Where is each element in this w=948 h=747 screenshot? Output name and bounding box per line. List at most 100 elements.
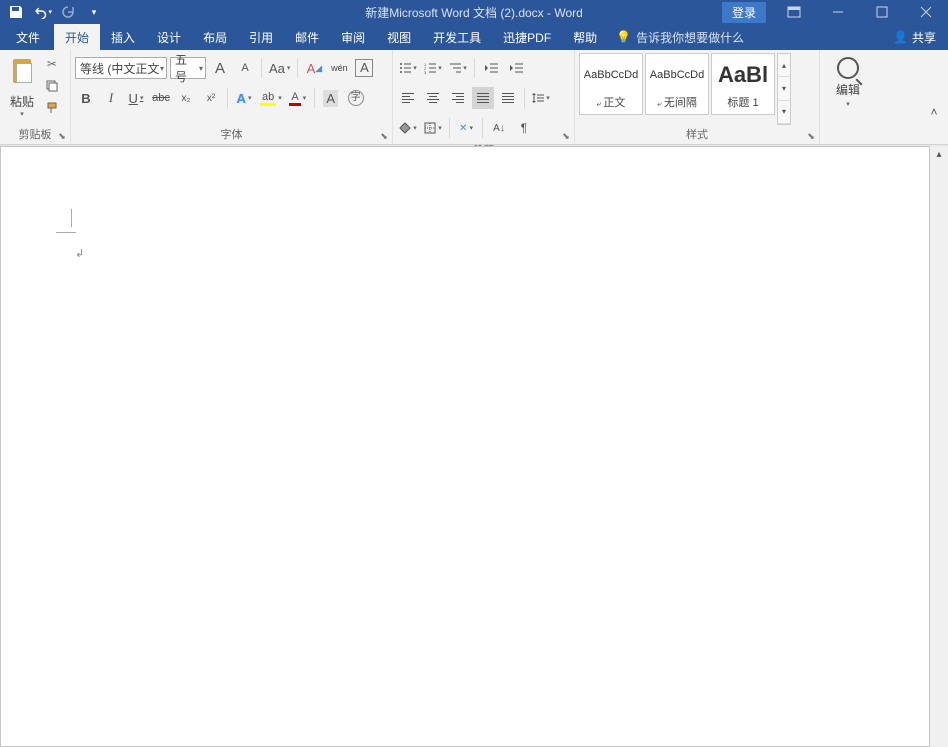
gallery-down-icon[interactable]: ▾ — [778, 77, 790, 100]
ribbon-options-icon[interactable] — [772, 0, 816, 24]
collapse-ribbon-icon[interactable]: ˄ — [924, 103, 944, 121]
document-page[interactable]: ↲ — [0, 146, 930, 747]
paragraph-launcher-icon[interactable]: ⬊ — [560, 130, 572, 142]
clipboard-launcher-icon[interactable]: ⬊ — [56, 130, 68, 142]
tab-layout[interactable]: 布局 — [192, 24, 238, 50]
login-button[interactable]: 登录 — [722, 2, 766, 23]
sort-icon[interactable]: A↓ — [488, 117, 510, 139]
align-right-icon[interactable] — [447, 87, 469, 109]
minimize-icon[interactable] — [816, 0, 860, 24]
change-case-button[interactable]: Aa — [267, 57, 292, 79]
gallery-up-icon[interactable]: ▴ — [778, 54, 790, 77]
tell-me-label: 告诉我你想要做什么 — [636, 29, 744, 46]
scroll-up-icon[interactable]: ▴ — [930, 146, 948, 164]
vertical-scrollbar[interactable]: ▴ — [930, 146, 948, 747]
style-heading1[interactable]: AaBl 标题 1 — [711, 53, 775, 115]
gallery-scroll: ▴ ▾ ▾ — [777, 53, 791, 125]
group-styles: AaBbCcDd ⤶ 正文 AaBbCcDd ⤶ 无间隔 AaBl 标题 1 ▴… — [575, 50, 820, 144]
title-right: 登录 — [722, 0, 948, 24]
char-shading-icon[interactable]: A — [320, 87, 342, 109]
title-bar: ▾ ▾ 新建Microsoft Word 文档 (2).docx - Word … — [0, 0, 948, 24]
strikethrough-button[interactable]: abc — [150, 87, 172, 109]
asian-layout-button[interactable]: ✕ — [455, 117, 477, 139]
increase-font-icon[interactable]: A — [209, 57, 231, 79]
font-size-combo[interactable]: 五号▾ — [170, 57, 206, 79]
show-marks-icon[interactable]: ¶ — [513, 117, 535, 139]
edit-label: 编辑 — [836, 81, 860, 98]
tab-review[interactable]: 审阅 — [330, 24, 376, 50]
font-color-button[interactable]: A — [287, 87, 309, 109]
find-button[interactable]: 编辑 ▾ — [826, 53, 870, 144]
tab-mailings[interactable]: 邮件 — [284, 24, 330, 50]
char-border-icon[interactable]: A — [353, 57, 375, 79]
align-center-icon[interactable] — [422, 87, 444, 109]
tell-me-search[interactable]: 💡 告诉我你想要做什么 — [616, 29, 744, 46]
undo-icon[interactable]: ▾ — [32, 2, 52, 22]
qat-customize-icon[interactable]: ▾ — [84, 2, 104, 22]
multilevel-button[interactable] — [447, 57, 469, 79]
underline-button[interactable]: U — [125, 87, 147, 109]
quick-access-toolbar: ▾ ▾ — [0, 2, 110, 22]
paste-button[interactable]: 粘贴 ▾ — [4, 53, 40, 125]
redo-icon[interactable] — [58, 2, 78, 22]
align-left-icon[interactable] — [397, 87, 419, 109]
highlight-button[interactable]: ab — [258, 87, 284, 109]
phonetic-guide-icon[interactable]: wén — [328, 57, 350, 79]
enclose-char-icon[interactable]: 字 — [345, 87, 367, 109]
font-launcher-icon[interactable]: ⬊ — [378, 130, 390, 142]
borders-button[interactable] — [422, 117, 444, 139]
styles-group-label: 样式 — [579, 125, 815, 144]
font-name-combo[interactable]: 等线 (中文正文▾ — [75, 57, 167, 79]
align-justify-icon[interactable] — [472, 87, 494, 109]
gallery-more-icon[interactable]: ▾ — [778, 101, 790, 124]
share-icon: 👤 — [893, 30, 908, 44]
bold-button[interactable]: B — [75, 87, 97, 109]
tab-view[interactable]: 视图 — [376, 24, 422, 50]
group-font: 等线 (中文正文▾ 五号▾ A A Aa A◢ wén A B I U abc … — [71, 50, 393, 144]
group-edit: 编辑 ▾ — [820, 50, 876, 144]
tab-help[interactable]: 帮助 — [562, 24, 608, 50]
line-spacing-button[interactable] — [530, 87, 552, 109]
lightbulb-icon: 💡 — [616, 30, 631, 44]
style-name: ⤶ 无间隔 — [657, 94, 697, 110]
copy-icon[interactable] — [42, 77, 62, 95]
format-painter-icon[interactable] — [42, 99, 62, 117]
tab-file[interactable]: 文件 — [2, 24, 54, 50]
save-icon[interactable] — [6, 2, 26, 22]
text-effect-button[interactable]: A — [233, 87, 255, 109]
paste-icon — [8, 55, 36, 91]
share-label: 共享 — [912, 29, 936, 46]
share-button[interactable]: 👤 共享 — [893, 29, 936, 46]
tab-home[interactable]: 开始 — [54, 24, 100, 50]
numbering-button[interactable]: 123 — [422, 57, 444, 79]
group-paragraph: 123 ✕ A↓ ¶ — [393, 50, 575, 144]
bullets-button[interactable] — [397, 57, 419, 79]
clear-format-icon[interactable]: A◢ — [303, 57, 325, 79]
style-preview: AaBl — [718, 58, 768, 92]
style-nospacing[interactable]: AaBbCcDd ⤶ 无间隔 — [645, 53, 709, 115]
group-clipboard: 粘贴 ▾ ✂ 剪贴板 ⬊ — [0, 50, 71, 144]
tab-insert[interactable]: 插入 — [100, 24, 146, 50]
style-name: 标题 1 — [727, 94, 758, 110]
decrease-font-icon[interactable]: A — [234, 57, 256, 79]
style-gallery: AaBbCcDd ⤶ 正文 AaBbCcDd ⤶ 无间隔 AaBl 标题 1 ▴… — [579, 53, 815, 125]
style-preview: AaBbCcDd — [650, 58, 704, 92]
shading-button[interactable] — [397, 117, 419, 139]
superscript-button[interactable]: x² — [200, 87, 222, 109]
tab-references[interactable]: 引用 — [238, 24, 284, 50]
italic-button[interactable]: I — [100, 87, 122, 109]
cut-icon[interactable]: ✂ — [42, 55, 62, 73]
tab-design[interactable]: 设计 — [146, 24, 192, 50]
increase-indent-icon[interactable] — [505, 57, 527, 79]
align-distribute-icon[interactable] — [497, 87, 519, 109]
close-icon[interactable] — [904, 0, 948, 24]
styles-launcher-icon[interactable]: ⬊ — [805, 130, 817, 142]
subscript-button[interactable]: x₂ — [175, 87, 197, 109]
tab-developer[interactable]: 开发工具 — [422, 24, 492, 50]
svg-text:3: 3 — [424, 70, 427, 74]
maximize-icon[interactable] — [860, 0, 904, 24]
ribbon-tabs: 文件 开始 插入 设计 布局 引用 邮件 审阅 视图 开发工具 迅捷PDF 帮助… — [0, 24, 948, 50]
style-normal[interactable]: AaBbCcDd ⤶ 正文 — [579, 53, 643, 115]
tab-xunjie[interactable]: 迅捷PDF — [492, 24, 562, 50]
decrease-indent-icon[interactable] — [480, 57, 502, 79]
